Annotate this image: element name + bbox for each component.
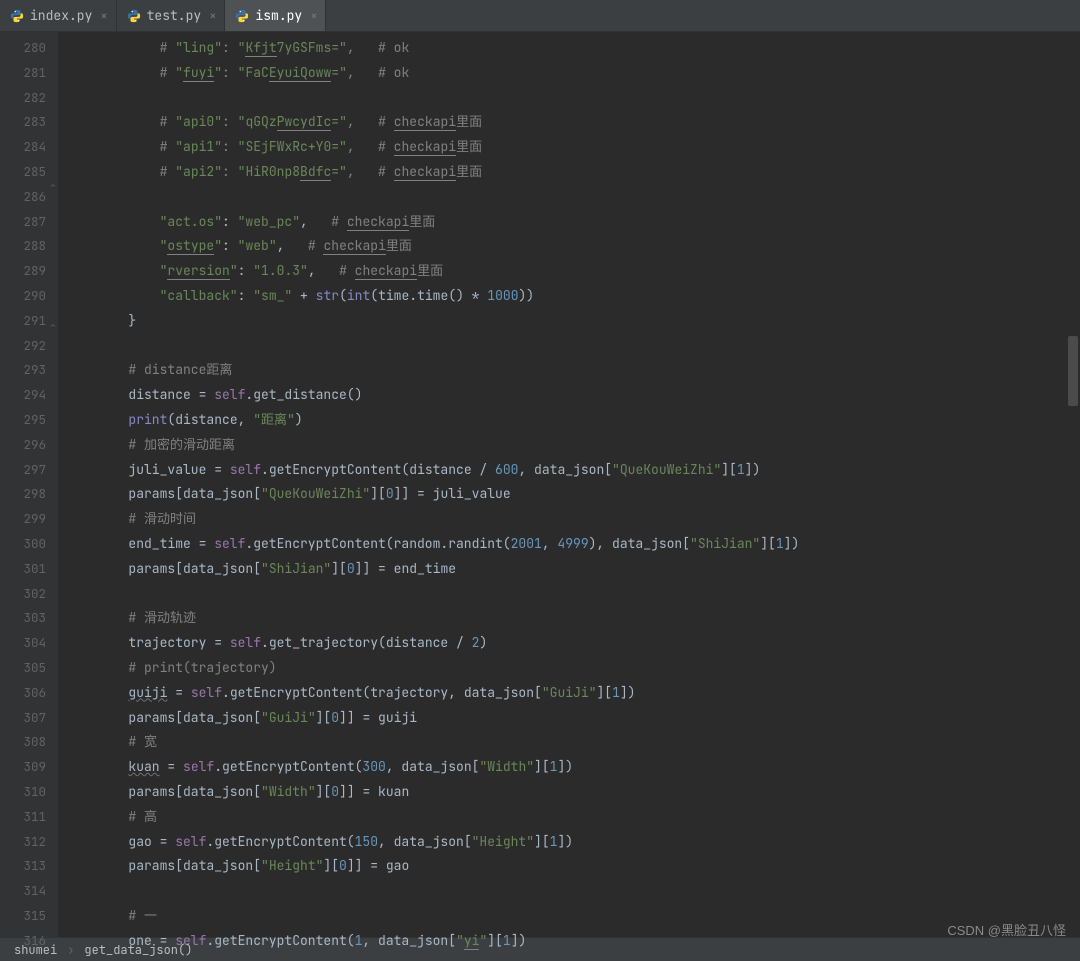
code-line[interactable]: # "api1": "SEjFWxRc+Y0=", # checkapi里面	[66, 135, 799, 160]
line-number: 297	[0, 458, 46, 483]
code-line[interactable]: # 滑动轨迹	[66, 606, 799, 631]
line-number: 299	[0, 507, 46, 532]
code-line[interactable]: print(distance, "距离")	[66, 408, 799, 433]
scrollbar-thumb[interactable]	[1068, 336, 1078, 406]
line-gutter: ⌃⌃ 2802812822832842852862872882892902912…	[0, 32, 58, 937]
line-number: 301	[0, 557, 46, 582]
code-line[interactable]: params[data_json["GuiJi"][0]] = guiji	[66, 706, 799, 731]
line-number: 293	[0, 358, 46, 383]
line-number: 294	[0, 383, 46, 408]
code-line[interactable]	[66, 334, 799, 359]
line-number: 306	[0, 681, 46, 706]
line-number: 284	[0, 135, 46, 160]
line-number: 307	[0, 706, 46, 731]
code-line[interactable]	[66, 86, 799, 111]
code-line[interactable]	[66, 879, 799, 904]
code-line[interactable]: "rversion": "1.0.3", # checkapi里面	[66, 259, 799, 284]
code-line[interactable]: gao = self.getEncryptContent(150, data_j…	[66, 830, 799, 855]
line-number: 283	[0, 110, 46, 135]
line-number: 303	[0, 606, 46, 631]
line-number: 282	[0, 86, 46, 111]
code-line[interactable]: # 高	[66, 805, 799, 830]
code-line[interactable]: kuan = self.getEncryptContent(300, data_…	[66, 755, 799, 780]
code-line[interactable]: end_time = self.getEncryptContent(random…	[66, 532, 799, 557]
code-line[interactable]: # distance距离	[66, 358, 799, 383]
line-number: 296	[0, 433, 46, 458]
code-line[interactable]: # "api2": "HiR0np8Bdfc=", # checkapi里面	[66, 160, 799, 185]
line-number: 315	[0, 904, 46, 929]
line-number: 310	[0, 780, 46, 805]
code-editor[interactable]: ⌃⌃ 2802812822832842852862872882892902912…	[0, 32, 1080, 937]
code-line[interactable]	[66, 185, 799, 210]
line-number: 286	[0, 185, 46, 210]
code-line[interactable]: "callback": "sm_" + str(int(time.time() …	[66, 284, 799, 309]
tab-label: ism.py	[255, 7, 302, 24]
line-number: 295	[0, 408, 46, 433]
line-number: 300	[0, 532, 46, 557]
code-line[interactable]: # "api0": "qGQzPwcydIc=", # checkapi里面	[66, 110, 799, 135]
line-number: 287	[0, 210, 46, 235]
code-line[interactable]: # 宽	[66, 730, 799, 755]
code-line[interactable]: trajectory = self.get_trajectory(distanc…	[66, 631, 799, 656]
tab-bar: index.py × test.py × ism.py ×	[0, 0, 1080, 32]
code-line[interactable]: "ostype": "web", # checkapi里面	[66, 234, 799, 259]
tab-label: test.py	[147, 7, 202, 24]
python-file-icon	[10, 9, 24, 23]
code-line[interactable]: # print(trajectory)	[66, 656, 799, 681]
line-number: 313	[0, 854, 46, 879]
python-file-icon	[235, 9, 249, 23]
code-line[interactable]: }	[66, 309, 799, 334]
code-line[interactable]: params[data_json["Width"][0]] = kuan	[66, 780, 799, 805]
line-number: 316	[0, 929, 46, 954]
chevron-right-icon: ›	[67, 942, 74, 958]
tab-ism-py[interactable]: ism.py ×	[225, 0, 326, 31]
code-line[interactable]: # "ling": "Kfjt7yGSFms=", # ok	[66, 36, 799, 61]
line-number: 302	[0, 582, 46, 607]
line-number: 312	[0, 830, 46, 855]
fold-icon[interactable]: ⌃	[50, 320, 56, 333]
line-number: 291	[0, 309, 46, 334]
code-area[interactable]: # "ling": "Kfjt7yGSFms=", # ok # "fuyi":…	[58, 32, 799, 937]
tab-test-py[interactable]: test.py ×	[117, 0, 226, 31]
close-icon[interactable]: ×	[308, 8, 317, 24]
line-number: 288	[0, 234, 46, 259]
line-number: 314	[0, 879, 46, 904]
python-file-icon	[127, 9, 141, 23]
line-number: 305	[0, 656, 46, 681]
code-line[interactable]: juli_value = self.getEncryptContent(dist…	[66, 458, 799, 483]
code-line[interactable]	[66, 582, 799, 607]
code-line[interactable]: # "fuyi": "FaCEyuiQoww=", # ok	[66, 61, 799, 86]
code-line[interactable]: params[data_json["QueKouWeiZhi"][0]] = j…	[66, 482, 799, 507]
code-line[interactable]: params[data_json["ShiJian"][0]] = end_ti…	[66, 557, 799, 582]
watermark-text: CSDN @黑脸丑八怪	[947, 920, 1066, 939]
line-number: 290	[0, 284, 46, 309]
breadcrumb-item[interactable]: get_data_json()	[84, 942, 192, 958]
code-line[interactable]: # 一	[66, 904, 799, 929]
line-number: 311	[0, 805, 46, 830]
code-line[interactable]: "act.os": "web_pc", # checkapi里面	[66, 210, 799, 235]
code-line[interactable]: guiji = self.getEncryptContent(trajector…	[66, 681, 799, 706]
code-line[interactable]: distance = self.get_distance()	[66, 383, 799, 408]
line-number: 298	[0, 482, 46, 507]
tab-index-py[interactable]: index.py ×	[0, 0, 117, 31]
code-line[interactable]: # 加密的滑动距离	[66, 433, 799, 458]
line-number: 308	[0, 730, 46, 755]
vertical-scrollbar[interactable]	[1068, 36, 1078, 936]
close-icon[interactable]: ×	[98, 8, 107, 24]
line-number: 289	[0, 259, 46, 284]
tab-label: index.py	[30, 7, 92, 24]
fold-icon[interactable]: ⌃	[50, 180, 56, 193]
line-number: 280	[0, 36, 46, 61]
code-line[interactable]: # 滑动时间	[66, 507, 799, 532]
line-number: 281	[0, 61, 46, 86]
close-icon[interactable]: ×	[207, 8, 216, 24]
line-number: 285	[0, 160, 46, 185]
line-number: 292	[0, 334, 46, 359]
line-number: 304	[0, 631, 46, 656]
code-line[interactable]: params[data_json["Height"][0]] = gao	[66, 854, 799, 879]
line-number: 309	[0, 755, 46, 780]
